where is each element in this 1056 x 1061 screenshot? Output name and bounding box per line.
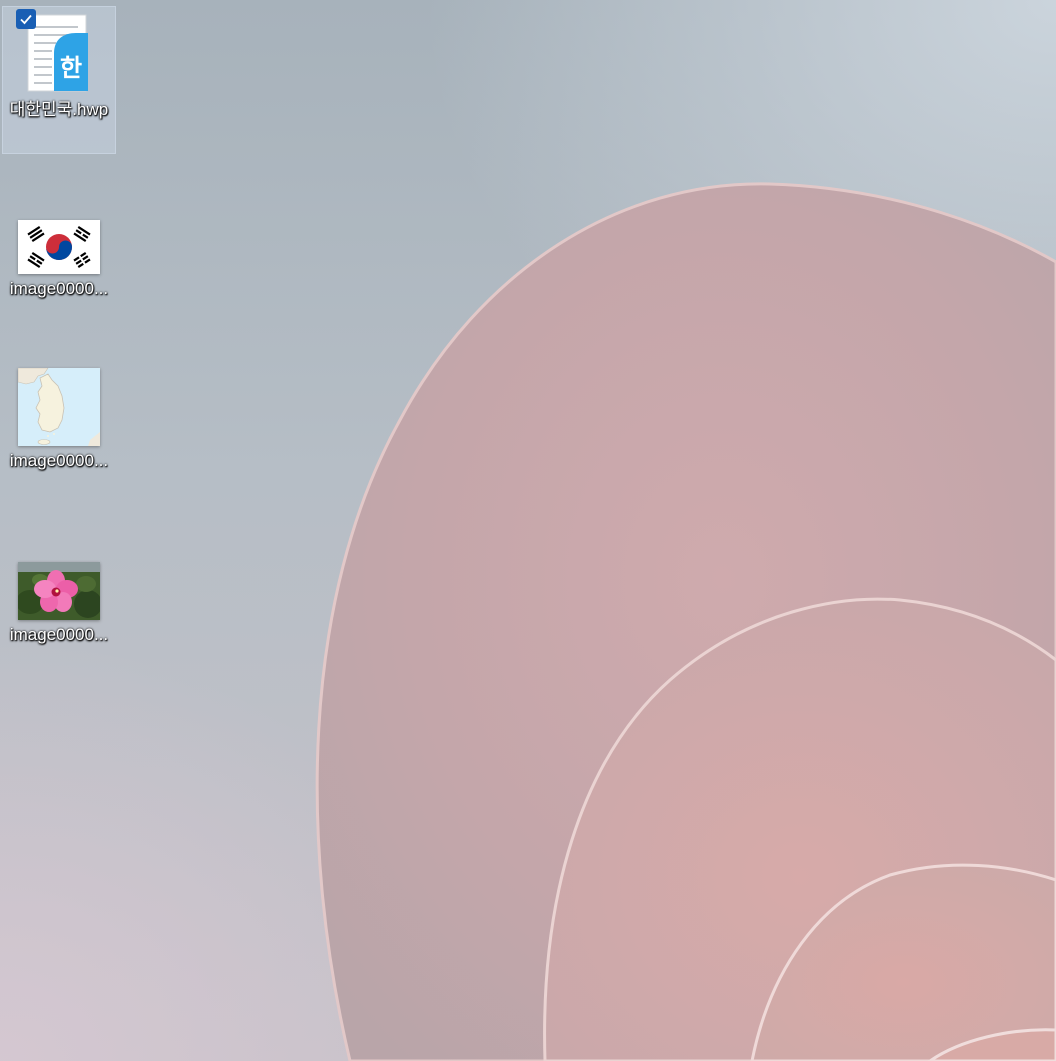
hwp-file-label: 대한민국.hwp [9,100,109,119]
desktop-icon-image-map[interactable]: image0000... [2,362,116,482]
korean-flag-thumbnail [2,206,116,274]
korea-map-thumbnail [2,362,116,446]
checkmark-icon [20,14,32,25]
desktop-icon-image-flag[interactable]: image0000... [2,206,116,306]
hibiscus-flower-thumbnail [2,556,116,620]
desktop-icon-image-flower[interactable]: image0000... [2,556,116,656]
svg-text:한: 한 [60,54,82,82]
desktop-icon-hwp-file[interactable]: 한 대한민국.hwp [2,6,116,154]
image-file-label: image0000... [9,279,109,298]
image-file-label: image0000... [9,451,109,470]
image-file-label: image0000... [9,625,109,644]
desktop-wallpaper [315,182,1056,1061]
selection-checkbox[interactable] [16,9,36,29]
